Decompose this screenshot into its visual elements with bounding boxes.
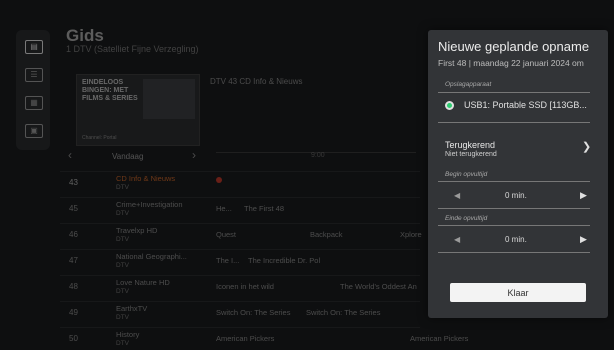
divider	[438, 122, 590, 123]
storage-label: Opslagapparaat	[445, 81, 492, 88]
repeat-title[interactable]: Terugkerend	[445, 140, 495, 150]
divider	[438, 252, 590, 253]
end-padding-label: Einde opvultijd	[445, 215, 488, 222]
divider	[438, 208, 590, 209]
divider	[438, 225, 590, 226]
start-padding-label: Begin opvultijd	[445, 171, 488, 178]
end-padding-stepper[interactable]: ◀ 0 min. ▶	[445, 233, 590, 249]
end-padding-value: 0 min.	[505, 235, 527, 244]
repeat-value: Niet terugkerend	[445, 151, 497, 158]
increase-icon[interactable]: ▶	[580, 234, 587, 245]
storage-device[interactable]: USB1: Portable SSD [113GB...	[464, 100, 587, 110]
decrease-icon[interactable]: ◀	[454, 235, 460, 244]
start-padding-value: 0 min.	[505, 191, 527, 200]
done-button[interactable]: Klaar	[450, 283, 586, 302]
increase-icon[interactable]: ▶	[580, 190, 587, 201]
decrease-icon[interactable]: ◀	[454, 191, 460, 200]
panel-subtitle: First 48 | maandag 22 januari 2024 om	[438, 58, 584, 68]
radio-selected-icon[interactable]	[445, 101, 454, 110]
divider	[438, 181, 590, 182]
panel-title: Nieuwe geplande opname	[438, 39, 590, 54]
schedule-recording-panel: Nieuwe geplande opname First 48 | maanda…	[428, 30, 608, 318]
chevron-right-icon[interactable]: ❯	[582, 140, 591, 153]
divider	[438, 92, 590, 93]
start-padding-stepper[interactable]: ◀ 0 min. ▶	[445, 189, 590, 205]
